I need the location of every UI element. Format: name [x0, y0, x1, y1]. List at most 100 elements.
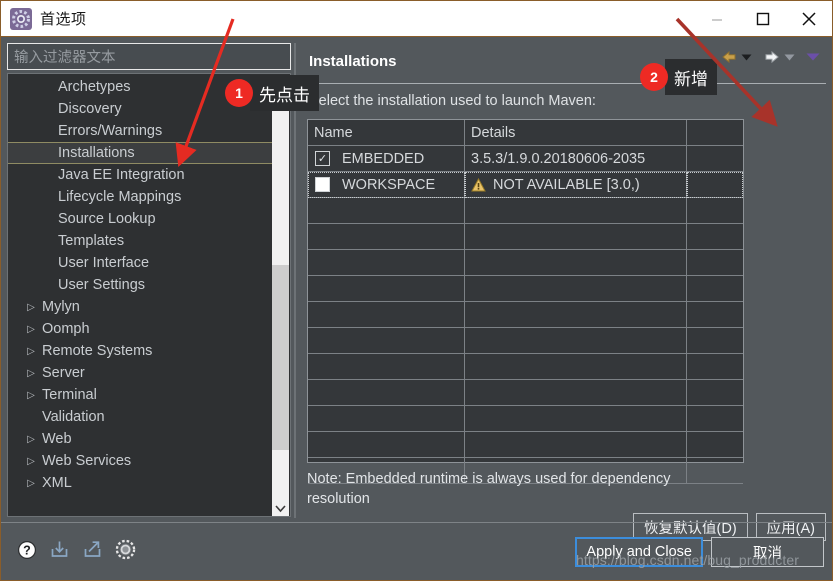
annotation-badge-1: 1 [225, 79, 253, 107]
back-arrow-icon[interactable] [720, 49, 738, 65]
dialog-body: 输入过滤器文本 Archetypes Discovery Errors/Warnin… [1, 37, 832, 580]
help-icon[interactable]: ? [17, 540, 37, 565]
sidebar-item-label: Remote Systems [42, 343, 153, 359]
empty-cell [465, 198, 687, 224]
table-row-empty[interactable] [308, 276, 743, 302]
installations-table[interactable]: Name Details ✓ EMBEDDED 3.5.3/1.9.0.20180606… [307, 119, 744, 484]
empty-cell [308, 302, 465, 328]
annotation-badge-2: 2 [640, 63, 668, 91]
installation-name-cell[interactable]: ✓ EMBEDDED [308, 146, 465, 172]
installation-details-cell[interactable]: NOT AVAILABLE [3.0,) [465, 172, 687, 198]
tree-expand-arrow-icon[interactable]: ▷ [22, 324, 40, 335]
tree-expand-arrow-icon[interactable]: ▷ [22, 368, 40, 379]
table-row-empty[interactable] [308, 250, 743, 276]
sidebar-item-java-ee-integration[interactable]: Java EE Integration [8, 164, 274, 186]
minimize-button[interactable] [694, 1, 740, 36]
empty-cell [687, 406, 743, 432]
sidebar-item-label: Source Lookup [58, 211, 156, 227]
sidebar-item-remote-systems[interactable]: ▷ Remote Systems [8, 340, 274, 362]
sidebar-item-oomph[interactable]: ▷ Oomph [8, 318, 274, 340]
scrollbar-thumb[interactable] [272, 265, 289, 450]
table-row-empty[interactable] [308, 224, 743, 250]
preferences-gear-icon [10, 7, 32, 30]
table-row[interactable]: WORKSPACE NOT AVAILABLE [3.0,) [308, 172, 743, 198]
back-dropdown-icon[interactable] [741, 53, 752, 62]
table-row[interactable]: ✓ EMBEDDED 3.5.3/1.9.0.20180606-2035 [308, 146, 743, 172]
sidebar-item-xml[interactable]: ▷ XML [8, 472, 274, 494]
sidebar-item-label: Discovery [58, 101, 122, 117]
scroll-down-icon[interactable] [272, 500, 289, 516]
filter-input[interactable]: 输入过滤器文本 [7, 43, 291, 70]
table-row-empty[interactable] [308, 406, 743, 432]
settings-circle-icon[interactable] [115, 539, 136, 565]
empty-cell [687, 302, 743, 328]
tree-scrollbar[interactable] [272, 75, 289, 516]
export-icon[interactable] [82, 539, 103, 565]
empty-cell [687, 224, 743, 250]
empty-cell [465, 250, 687, 276]
installation-details-label: 3.5.3/1.9.0.20180606-2035 [471, 150, 646, 167]
sidebar-item-templates[interactable]: Templates [8, 230, 274, 252]
page-title: Installations [309, 53, 397, 70]
sidebar-item-label: Mylyn [42, 299, 80, 315]
column-header[interactable]: Details [465, 120, 687, 146]
table-row-empty[interactable] [308, 432, 743, 458]
empty-cell [308, 380, 465, 406]
view-menu-icon[interactable] [806, 52, 820, 62]
forward-dropdown-icon[interactable] [784, 53, 795, 62]
watermark-text: https://blog.csdn.net/bug_producter [576, 552, 799, 568]
tree-expand-arrow-icon[interactable]: ▷ [22, 390, 40, 401]
note-text: Note: Embedded runtime is always used fo… [307, 471, 671, 507]
table-row-empty[interactable] [308, 380, 743, 406]
empty-cell [687, 250, 743, 276]
table-row-empty[interactable] [308, 328, 743, 354]
title-separator [307, 83, 826, 84]
sidebar-item-label: Installations [58, 145, 135, 161]
sidebar-item-label: Errors/Warnings [58, 123, 163, 139]
table-row-empty[interactable] [308, 302, 743, 328]
empty-cell [687, 328, 743, 354]
empty-cell [687, 380, 743, 406]
empty-cell [465, 276, 687, 302]
annotation-bubble-1: 先点击 [241, 75, 319, 111]
column-header[interactable]: Name [308, 120, 465, 146]
sidebar-item-label: Validation [42, 409, 105, 425]
row-checkbox[interactable]: ✓ [315, 151, 330, 166]
annotation-bubble-2: 新增 [656, 59, 717, 95]
row-checkbox[interactable] [315, 177, 330, 192]
sidebar-item-installations[interactable]: Installations [8, 142, 274, 164]
forward-arrow-icon[interactable] [763, 49, 781, 65]
sidebar-item-label: Terminal [42, 387, 97, 403]
maximize-button[interactable] [740, 1, 786, 36]
empty-cell [687, 198, 743, 224]
installation-name-cell[interactable]: WORKSPACE [308, 172, 465, 198]
pane-divider[interactable] [294, 43, 296, 518]
sidebar-item-mylyn[interactable]: ▷ Mylyn [8, 296, 274, 318]
sidebar-item-validation[interactable]: ▷Validation [8, 406, 274, 428]
sidebar-item-source-lookup[interactable]: Source Lookup [8, 208, 274, 230]
table-row-empty[interactable] [308, 198, 743, 224]
sidebar-item-server[interactable]: ▷ Server [8, 362, 274, 384]
empty-cell [465, 380, 687, 406]
table-row-empty[interactable] [308, 354, 743, 380]
sidebar-item-web[interactable]: ▷ Web [8, 428, 274, 450]
empty-cell [687, 276, 743, 302]
close-button[interactable] [786, 1, 832, 36]
sidebar-item-user-interface[interactable]: User Interface [8, 252, 274, 274]
scrollbar-track-lower[interactable] [272, 450, 289, 500]
tree-expand-arrow-icon[interactable]: ▷ [22, 346, 40, 357]
sidebar-item-terminal[interactable]: ▷ Terminal [8, 384, 274, 406]
sidebar-item-label: Lifecycle Mappings [58, 189, 182, 205]
sidebar-item-lifecycle-mappings[interactable]: Lifecycle Mappings [8, 186, 274, 208]
tree-expand-arrow-icon[interactable]: ▷ [22, 456, 40, 467]
import-icon[interactable] [49, 539, 70, 565]
sidebar-item-user-settings[interactable]: User Settings [8, 274, 274, 296]
warning-icon [471, 177, 486, 192]
tree-expand-arrow-icon[interactable]: ▷ [22, 478, 40, 489]
tree-expand-arrow-icon[interactable]: ▷ [22, 302, 40, 313]
tree-expand-arrow-icon[interactable]: ▷ [22, 434, 40, 445]
sidebar-item-errors-warnings[interactable]: Errors/Warnings [8, 120, 274, 142]
column-header[interactable] [687, 120, 743, 146]
sidebar-item-web-services[interactable]: ▷ Web Services [8, 450, 274, 472]
installation-details-cell[interactable]: 3.5.3/1.9.0.20180606-2035 [465, 146, 687, 172]
